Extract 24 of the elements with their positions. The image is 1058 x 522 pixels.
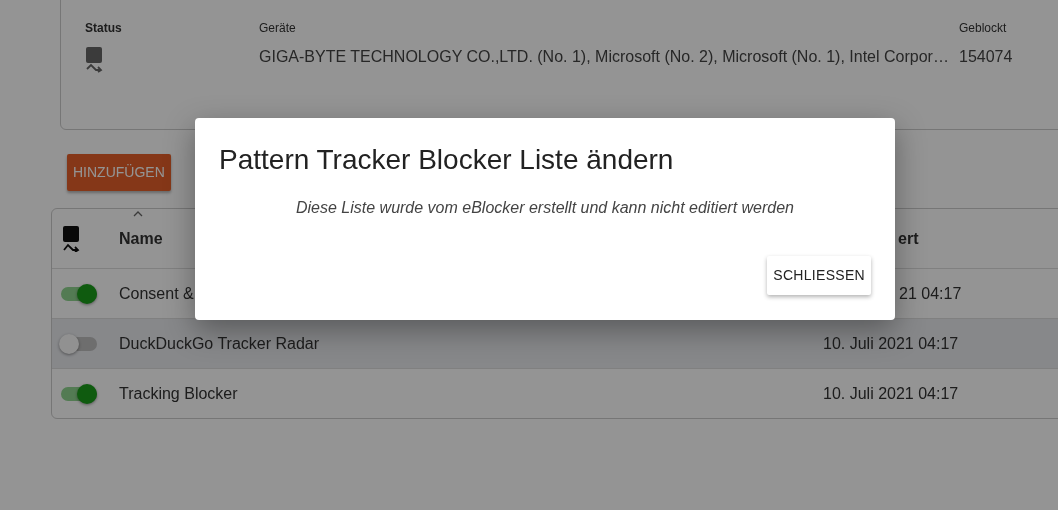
sort-icon [133, 210, 143, 217]
status-icon [61, 225, 81, 252]
dialog-title: Pattern Tracker Blocker Liste ändern [219, 143, 675, 177]
name-cell: DuckDuckGo Tracker Radar [119, 334, 320, 352]
column-header: ert [898, 229, 919, 247]
devices-cell-text: GIGA-BYTE TECHNOLOGY CO.,LTD. (No. 1), Microsoft (No. 2), Microsoft (No. 1), Intel Corpor… [259, 47, 950, 67]
blocked-cell-text: 154074 [959, 47, 1013, 67]
column-header: Status [85, 20, 123, 37]
table-row[interactable]: Tracking Blocker 10. Juli 2021 04:17 [52, 368, 1058, 418]
date-cell: 10. Juli 2021 04:17 [823, 384, 959, 402]
name-cell: Consent & [119, 284, 194, 302]
dialog-message: Diese Liste wurde vom eBlocker erstellt und kann nicht editiert werden [295, 198, 795, 219]
date-cell: 21 04:17 [899, 284, 962, 302]
column-header: Geblockt [959, 20, 1008, 37]
toggle-switch[interactable] [61, 286, 97, 301]
date-cell: 10. Juli 2021 04:17 [823, 334, 959, 352]
toggle-switch[interactable] [61, 336, 97, 351]
toggle-switch[interactable] [61, 386, 97, 401]
name-cell: Tracking Blocker [119, 384, 238, 402]
close-button[interactable]: SCHLIESSEN [767, 256, 871, 296]
column-header[interactable]: Name [119, 229, 163, 247]
column-header: Geräte [259, 20, 297, 37]
status-icon [85, 47, 103, 73]
table-row[interactable]: DuckDuckGo Tracker Radar 10. Juli 2021 04:17 [52, 318, 1058, 368]
